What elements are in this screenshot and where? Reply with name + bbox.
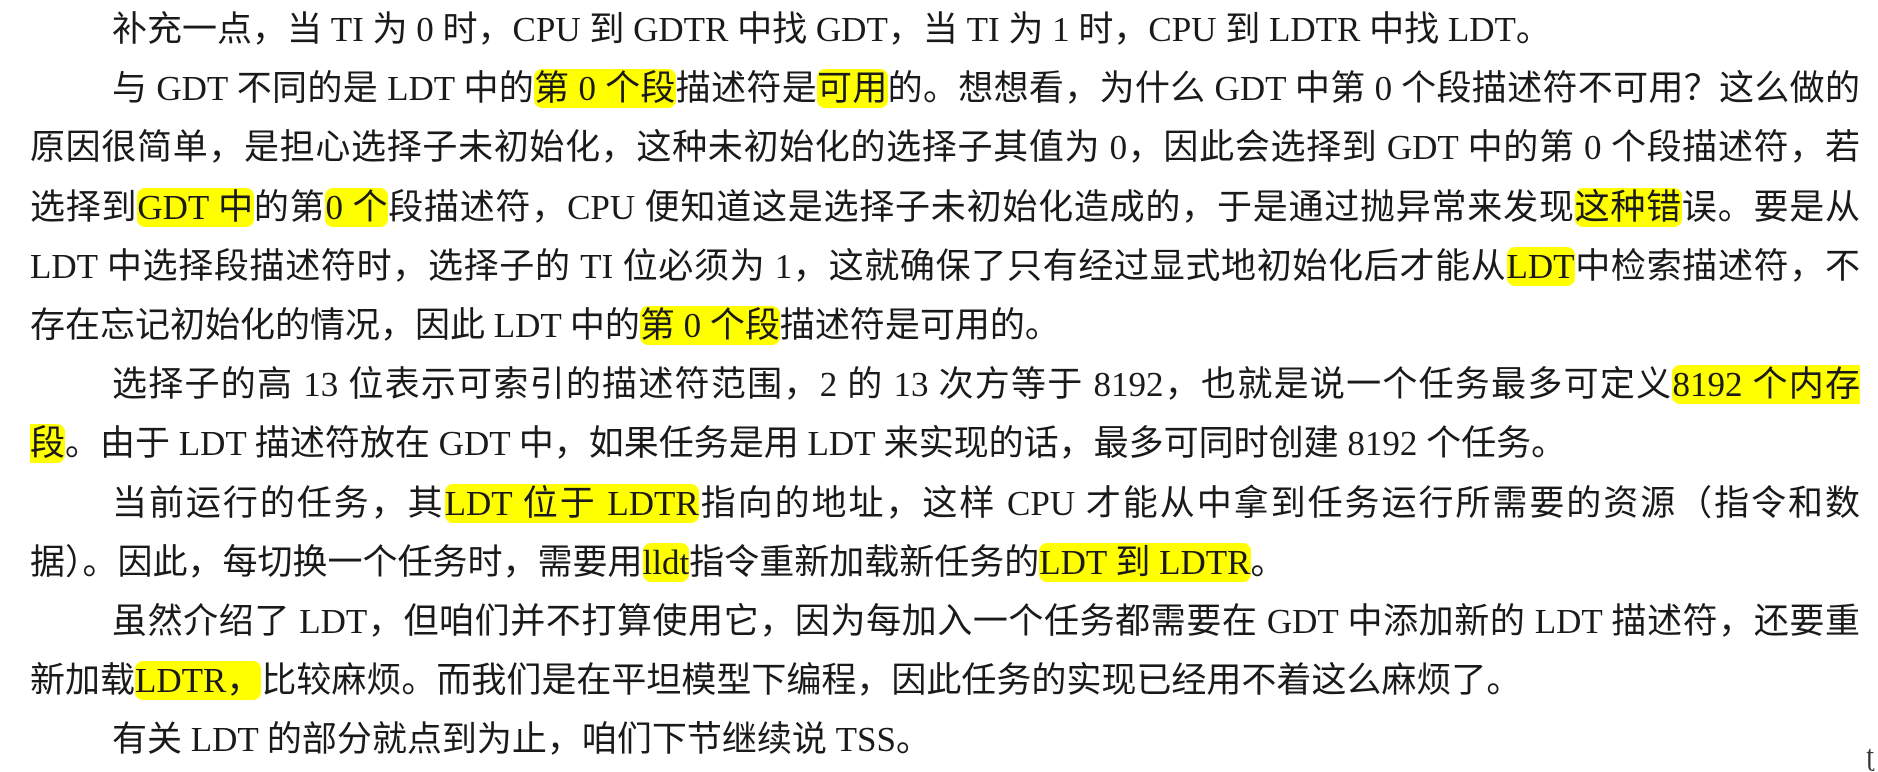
page-corner-mark: ʈ	[1866, 741, 1874, 772]
highlighted-text: GDT 中	[137, 187, 254, 227]
text-run: 选择子的高 13 位表示可索引的描述符范围，2 的 13 次方等于 8192，也…	[112, 365, 1673, 405]
paragraph: 选择子的高 13 位表示可索引的描述符范围，2 的 13 次方等于 8192，也…	[30, 355, 1860, 473]
text-run: 的第	[253, 187, 326, 227]
highlighted-text: LDT	[1506, 246, 1575, 286]
paragraph: 虽然介绍了 LDT，但咱们并不打算使用它，因为每加入一个任务都需要在 GDT 中…	[30, 592, 1860, 710]
text-run: 段描述符，CPU 便知道这是选择子未初始化造成的，于是通过抛异常来发现	[388, 187, 1575, 227]
highlighted-text: LDTR，	[135, 661, 262, 701]
highlighted-text: 可用	[817, 69, 888, 109]
text-run: 补充一点，当 TI 为 0 时，CPU 到 GDTR 中找 GDT，当 TI 为…	[112, 10, 1551, 49]
text-run: 。由于 LDT 描述符放在 GDT 中，如果任务是用 LDT 来实现的话，最多可…	[65, 424, 1567, 464]
text-run: 与 GDT 不同的是 LDT 中的	[112, 69, 535, 109]
paragraph: 有关 LDT 的部分就点到为止，咱们下节继续说 TSS。	[30, 710, 1860, 769]
highlighted-text: lldt	[642, 542, 690, 582]
paragraph: 与 GDT 不同的是 LDT 中的第 0 个段描述符是可用的。想想看，为什么 G…	[30, 59, 1860, 355]
highlighted-text: LDT 到 LDTR	[1039, 542, 1251, 582]
highlighted-text: 第 0 个段	[639, 306, 780, 346]
highlighted-text: 第 0 个段	[534, 69, 676, 109]
highlighted-text: LDT 位于 LDTR	[444, 483, 699, 523]
text-run: 描述符是	[675, 69, 818, 109]
document-body: 补充一点，当 TI 为 0 时，CPU 到 GDTR 中找 GDT，当 TI 为…	[30, 0, 1860, 770]
paragraph: 当前运行的任务，其LDT 位于 LDTR指向的地址，这样 CPU 才能从中拿到任…	[30, 474, 1860, 592]
text-run: 指令重新加载新任务的	[689, 542, 1040, 582]
text-run: 当前运行的任务，其	[112, 483, 445, 523]
text-run: 有关 LDT 的部分就点到为止，咱们下节继续说 TSS。	[112, 720, 931, 760]
text-run: 。	[1250, 542, 1286, 582]
text-run: 比较麻烦。而我们是在平坦模型下编程，因此任务的实现已经用不着这么麻烦了。	[261, 661, 1522, 701]
highlighted-text: 0 个	[325, 187, 389, 227]
highlighted-text: 这种错	[1574, 187, 1682, 227]
paragraph: 补充一点，当 TI 为 0 时，CPU 到 GDTR 中找 GDT，当 TI 为…	[30, 0, 1860, 59]
text-run: 描述符是可用的。	[779, 306, 1060, 346]
